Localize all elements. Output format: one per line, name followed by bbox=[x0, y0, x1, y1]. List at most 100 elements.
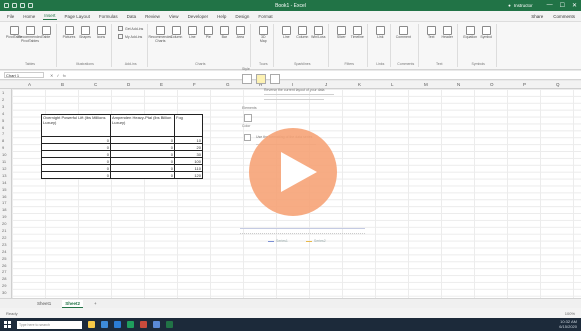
row-header[interactable]: 18 bbox=[2, 207, 6, 212]
table-cell[interactable]: 120 bbox=[174, 171, 203, 179]
table-header-cell[interactable]: Ampenden Heavy-Ptal (lbs Billion Luxury) bbox=[110, 114, 175, 137]
chart-preview[interactable]: Series1 Series2 bbox=[240, 215, 365, 250]
maximize-icon[interactable]: ☐ bbox=[560, 2, 565, 9]
row-header[interactable]: 24 bbox=[2, 249, 6, 254]
table-cell[interactable]: 30 bbox=[174, 150, 203, 158]
row-header[interactable]: 2 bbox=[2, 97, 4, 102]
ribbon-button-comment[interactable]: Comment bbox=[396, 26, 411, 40]
paintbrush-icon[interactable] bbox=[244, 114, 252, 122]
ribbon-button-recommended-charts[interactable]: Recommended Charts bbox=[148, 26, 172, 43]
table-cell[interactable]: 100 bbox=[174, 157, 203, 165]
table-cell[interactable]: 0 bbox=[110, 136, 175, 144]
function-icon[interactable]: fx bbox=[63, 73, 66, 78]
ribbon-button-recommended-pivottables[interactable]: Recommended PivotTables bbox=[18, 26, 42, 43]
row-header[interactable]: 10 bbox=[2, 152, 6, 157]
row-header[interactable]: 15 bbox=[2, 187, 6, 192]
ribbon-button-pictures[interactable]: Pictures bbox=[63, 26, 75, 40]
column-header[interactable]: B bbox=[61, 82, 64, 87]
tab-design[interactable]: Design bbox=[234, 13, 250, 20]
taskbar-app-icon[interactable] bbox=[114, 321, 121, 328]
table-cell[interactable]: 0 bbox=[41, 157, 111, 165]
tab-data[interactable]: Data bbox=[126, 13, 138, 20]
row-header[interactable]: 13 bbox=[2, 173, 6, 178]
row-header[interactable]: 9 bbox=[2, 145, 4, 150]
ribbon-button-link[interactable]: Link bbox=[374, 26, 386, 40]
sheet-tab-sheet1[interactable]: Sheet1 bbox=[34, 300, 54, 307]
column-header[interactable]: L bbox=[391, 82, 394, 87]
table-header-cell[interactable]: Overnight Powerful Lift (lbs Millions Lu… bbox=[41, 114, 111, 137]
row-header[interactable]: 29 bbox=[2, 283, 6, 288]
ribbon-button-table[interactable]: Table bbox=[40, 26, 52, 40]
table-cell[interactable]: 0 bbox=[41, 164, 111, 172]
ribbon-button-column[interactable]: Column bbox=[170, 26, 182, 40]
tab-view[interactable]: View bbox=[168, 13, 180, 20]
table-header-cell[interactable]: Fog bbox=[174, 114, 203, 137]
row-header[interactable]: 3 bbox=[2, 104, 4, 109]
table-cell[interactable]: 0 bbox=[41, 171, 111, 179]
row-header[interactable]: 28 bbox=[2, 276, 6, 281]
row-header[interactable]: 6 bbox=[2, 125, 4, 130]
ribbon-button-icons[interactable]: Icons bbox=[95, 26, 107, 40]
row-header[interactable]: 5 bbox=[2, 118, 4, 123]
windows-start-icon[interactable] bbox=[4, 321, 11, 328]
table-cell[interactable]: 110 bbox=[174, 164, 203, 172]
row-header[interactable]: 17 bbox=[2, 200, 6, 205]
sheet-tab-sheet2[interactable]: Sheet2 bbox=[62, 299, 84, 308]
table-cell[interactable]: 0 bbox=[110, 164, 175, 172]
comments-button[interactable]: Comments bbox=[553, 14, 575, 19]
chart-elements-button[interactable] bbox=[242, 74, 252, 84]
ribbon-button-3d-map[interactable]: 3D Map bbox=[257, 26, 269, 43]
cancel-icon[interactable]: ✕ bbox=[50, 73, 53, 78]
row-header[interactable]: 23 bbox=[2, 242, 6, 247]
row-header[interactable]: 1 bbox=[2, 90, 4, 95]
chart-filters-button[interactable] bbox=[270, 74, 280, 84]
table-cell[interactable]: 0 bbox=[110, 171, 175, 179]
row-header[interactable]: 8 bbox=[2, 138, 4, 143]
taskbar-search[interactable]: Type here to search bbox=[17, 320, 82, 329]
column-header[interactable]: A bbox=[28, 82, 31, 87]
filter-icon[interactable] bbox=[244, 134, 251, 141]
column-header[interactable]: C bbox=[94, 82, 97, 87]
tab-developer[interactable]: Developer bbox=[187, 13, 210, 20]
zoom-level[interactable]: 100% bbox=[565, 311, 575, 316]
table-cell[interactable]: 0 bbox=[110, 143, 175, 151]
table-cell[interactable]: 0 bbox=[41, 136, 111, 144]
user-account[interactable]: ● Instructor bbox=[508, 3, 532, 8]
ribbon-button-line[interactable]: Line bbox=[280, 26, 292, 40]
row-header[interactable]: 20 bbox=[2, 221, 6, 226]
ribbon-button-shapes[interactable]: Shapes bbox=[79, 26, 91, 40]
row-header[interactable]: 4 bbox=[2, 111, 4, 116]
tab-insert[interactable]: Insert bbox=[43, 12, 57, 20]
switch-option[interactable]: Reverse the current layout of your data bbox=[264, 88, 344, 92]
ribbon-button-text[interactable]: Text bbox=[425, 26, 437, 40]
video-play-button[interactable] bbox=[249, 128, 337, 216]
ribbon-button-area[interactable]: Area bbox=[234, 26, 246, 40]
column-header[interactable]: Q bbox=[556, 82, 560, 87]
table-cell[interactable]: 0 bbox=[41, 150, 111, 158]
ribbon-button-win-loss[interactable]: Win/Loss bbox=[311, 26, 326, 40]
column-header[interactable]: G bbox=[226, 82, 230, 87]
table-cell[interactable]: 20 bbox=[174, 143, 203, 151]
ribbon-button-column[interactable]: Column bbox=[296, 26, 308, 40]
tab-review[interactable]: Review bbox=[144, 13, 161, 20]
redo-icon[interactable] bbox=[28, 3, 33, 8]
tab-format[interactable]: Format bbox=[257, 13, 273, 20]
column-header[interactable]: F bbox=[193, 82, 196, 87]
row-header[interactable]: 12 bbox=[2, 166, 6, 171]
tab-page-layout[interactable]: Page Layout bbox=[64, 13, 91, 20]
table-cell[interactable]: 0 bbox=[110, 157, 175, 165]
row-header[interactable]: 25 bbox=[2, 256, 6, 261]
taskbar-app-icon[interactable] bbox=[153, 321, 160, 328]
row-header[interactable]: 16 bbox=[2, 194, 6, 199]
column-header[interactable]: N bbox=[457, 82, 460, 87]
tab-formulas[interactable]: Formulas bbox=[98, 13, 119, 20]
column-header[interactable]: M bbox=[424, 82, 428, 87]
enter-icon[interactable]: ✓ bbox=[56, 73, 59, 78]
ribbon-button-pie[interactable]: Pie bbox=[202, 26, 214, 40]
column-header[interactable]: O bbox=[490, 82, 494, 87]
tab-help[interactable]: Help bbox=[216, 13, 227, 20]
taskbar-app-icon[interactable] bbox=[101, 321, 108, 328]
row-header[interactable]: 30 bbox=[2, 290, 6, 295]
row-header[interactable]: 22 bbox=[2, 235, 6, 240]
ribbon-button-symbol[interactable]: Symbol bbox=[480, 26, 492, 40]
